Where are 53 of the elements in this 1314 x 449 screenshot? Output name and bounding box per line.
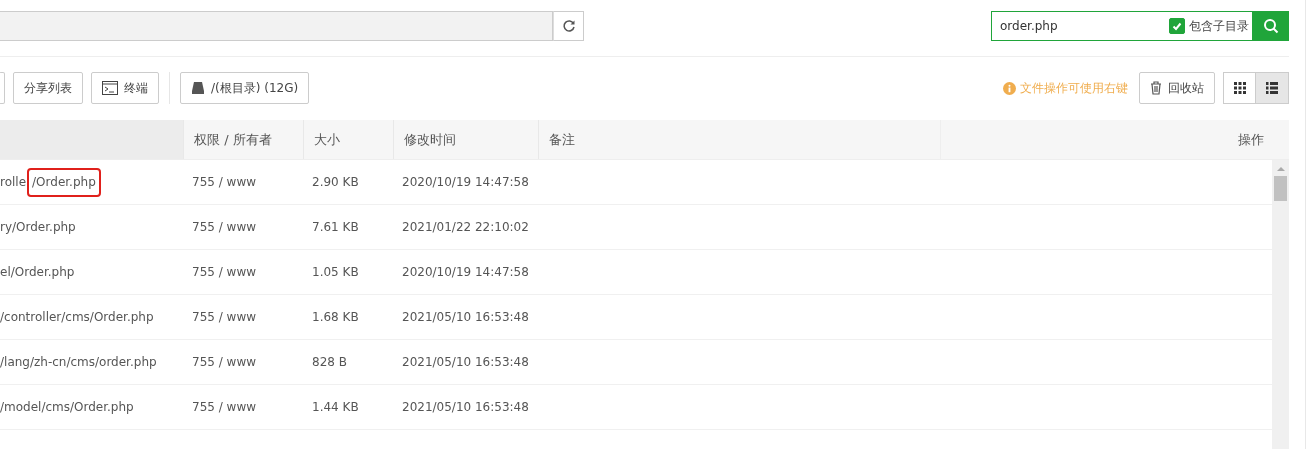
disk-button[interactable]: /(根目录) (12G) xyxy=(180,72,310,104)
column-header[interactable]: 修改时间 xyxy=(404,130,456,149)
recycle-bin-button[interactable]: 回收站 xyxy=(1139,72,1215,104)
right-click-hint: 文件操作可使用右键 xyxy=(1003,79,1128,97)
permission-text: 755 / www xyxy=(192,265,257,279)
modified-time: 2020/10/19 14:47:58 xyxy=(402,265,529,279)
size-text: 1.05 KB xyxy=(312,265,359,279)
terminal-button[interactable]: 终端 xyxy=(91,72,159,104)
column-header[interactable]: 备注 xyxy=(549,130,575,149)
search-field[interactable]: order.php 包含子目录 xyxy=(991,11,1253,41)
include-subdirectories-checkbox[interactable]: 包含子目录 xyxy=(1169,17,1252,35)
highlight-box: /Order.php xyxy=(29,169,99,195)
scrollbar-thumb[interactable] xyxy=(1274,176,1287,201)
modified-time: 2020/10/19 14:47:58 xyxy=(402,175,529,189)
column-header[interactable]: 权限 / 所有者 xyxy=(194,130,272,149)
terminal-icon xyxy=(102,81,118,95)
permission-text: 755 / www xyxy=(192,220,257,234)
column-header[interactable]: 操作 xyxy=(1238,130,1264,149)
column-header[interactable]: 大小 xyxy=(314,130,340,149)
permission-text: 755 / www xyxy=(192,310,257,324)
permission-text: 755 / www xyxy=(192,175,257,189)
size-text: 2.90 KB xyxy=(312,175,359,189)
refresh-button[interactable] xyxy=(553,11,584,41)
size-text: 1.68 KB xyxy=(312,310,359,324)
search-button[interactable] xyxy=(1253,11,1289,41)
file-path[interactable]: /controller/cms/Order.php xyxy=(0,310,154,324)
search-icon xyxy=(1263,18,1279,34)
modified-time: 2021/05/10 16:53:48 xyxy=(402,400,529,414)
file-path[interactable]: el/Order.php xyxy=(0,265,75,279)
grid-icon xyxy=(1233,82,1246,94)
size-text: 7.61 KB xyxy=(312,220,359,234)
size-text: 1.44 KB xyxy=(312,400,359,414)
info-icon xyxy=(1003,81,1016,95)
scrollbar[interactable] xyxy=(1272,160,1289,449)
file-path[interactable]: /model/cms/Order.php xyxy=(0,400,134,414)
refresh-icon xyxy=(561,19,576,33)
modified-time: 2021/05/10 16:53:48 xyxy=(402,355,529,369)
size-text: 828 B xyxy=(312,355,347,369)
grid-view-button[interactable] xyxy=(1223,72,1256,104)
file-path[interactable]: rolle xyxy=(0,175,27,189)
modified-time: 2021/05/10 16:53:48 xyxy=(402,310,529,324)
scroll-up-arrow-icon[interactable] xyxy=(1275,166,1286,172)
list-icon xyxy=(1266,82,1278,94)
share-list-button[interactable]: 分享列表 xyxy=(13,72,83,104)
list-view-button[interactable] xyxy=(1256,72,1289,104)
modified-time: 2021/01/22 22:10:02 xyxy=(402,220,529,234)
disk-icon xyxy=(191,81,205,95)
file-path[interactable]: ry/Order.php xyxy=(0,220,76,234)
checkbox[interactable] xyxy=(1169,18,1185,34)
file-path[interactable]: /lang/zh-cn/cms/order.php xyxy=(0,355,157,369)
trash-icon xyxy=(1150,81,1162,95)
permission-text: 755 / www xyxy=(192,355,257,369)
permission-text: 755 / www xyxy=(192,400,257,414)
